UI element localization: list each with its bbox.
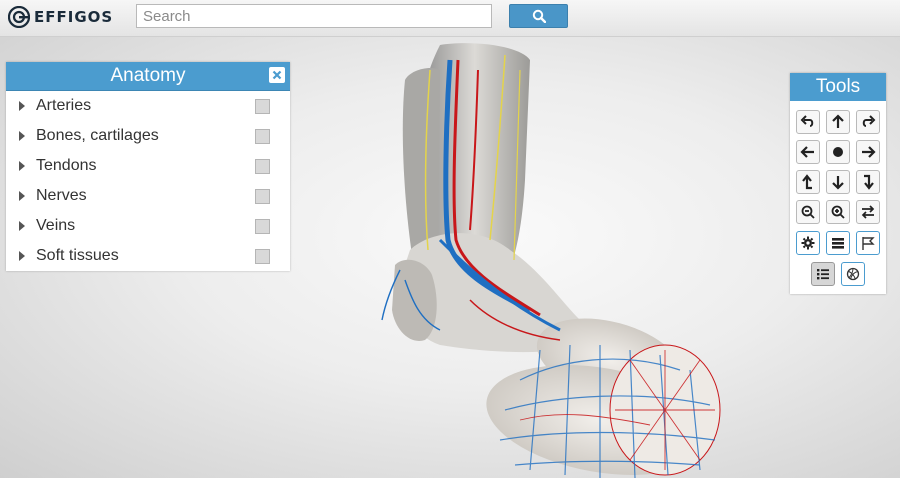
- swap-icon: [861, 205, 875, 219]
- tools-panel-title: Tools: [790, 73, 886, 101]
- rotate-right-button[interactable]: [856, 110, 880, 134]
- move-up-button[interactable]: [826, 110, 850, 134]
- turn-up-button[interactable]: [796, 170, 820, 194]
- close-icon: [272, 70, 282, 80]
- layer-row-tendons[interactable]: Tendons: [6, 151, 290, 181]
- ball-icon: [846, 267, 860, 281]
- anatomy-panel-header: Anatomy: [6, 62, 290, 91]
- rotate-right-icon: [862, 115, 876, 127]
- right-icon: [862, 146, 876, 158]
- tools-panel: Tools: [790, 73, 886, 294]
- left-icon: [800, 146, 814, 158]
- panel-close-button[interactable]: [269, 67, 285, 83]
- zoom-out-icon: [801, 205, 815, 219]
- layers-icon: [832, 238, 844, 249]
- expand-arrow-icon[interactable]: [19, 221, 25, 231]
- zoom-in-icon: [831, 205, 845, 219]
- anatomy-panel: Anatomy Arteries Bones, cartilages Tendo…: [6, 62, 290, 271]
- expand-arrow-icon[interactable]: [19, 101, 25, 111]
- expand-arrow-icon[interactable]: [19, 131, 25, 141]
- layer-label: Bones, cartilages: [36, 127, 159, 144]
- rotate-left-icon: [800, 115, 814, 127]
- logo-icon: [8, 6, 30, 28]
- layer-row-soft-tissues[interactable]: Soft tissues: [6, 241, 290, 271]
- layer-label: Veins: [36, 217, 76, 234]
- layer-label: Tendons: [36, 157, 97, 174]
- search-input[interactable]: [136, 4, 492, 28]
- expand-arrow-icon[interactable]: [19, 191, 25, 201]
- center-icon: [833, 147, 843, 157]
- turn-up-icon: [802, 174, 812, 190]
- move-left-button[interactable]: [796, 140, 820, 164]
- layer-checkbox[interactable]: [255, 159, 270, 174]
- layer-row-veins[interactable]: Veins: [6, 211, 290, 241]
- flag-button[interactable]: [856, 231, 880, 255]
- layer-row-nerves[interactable]: Nerves: [6, 181, 290, 211]
- zoom-in-button[interactable]: [826, 200, 850, 224]
- rotate-left-button[interactable]: [796, 110, 820, 134]
- anatomy-panel-title: Anatomy: [110, 65, 186, 86]
- layers-button[interactable]: [826, 231, 850, 255]
- logo[interactable]: EFFIGOS: [8, 5, 113, 29]
- layer-row-bones[interactable]: Bones, cartilages: [6, 121, 290, 151]
- layer-label: Soft tissues: [36, 247, 119, 264]
- layer-checkbox[interactable]: [255, 249, 270, 264]
- swap-button[interactable]: [856, 200, 880, 224]
- layer-checkbox[interactable]: [255, 219, 270, 234]
- expand-arrow-icon[interactable]: [19, 251, 25, 261]
- layer-checkbox[interactable]: [255, 189, 270, 204]
- list-icon: [817, 269, 829, 280]
- search-button[interactable]: [509, 4, 568, 28]
- settings-button[interactable]: [796, 231, 820, 255]
- layer-checkbox[interactable]: [255, 99, 270, 114]
- move-down-button[interactable]: [826, 170, 850, 194]
- layer-row-arteries[interactable]: Arteries: [6, 91, 290, 121]
- top-bar: EFFIGOS: [0, 0, 900, 37]
- turn-down-icon: [864, 174, 874, 190]
- layer-label: Arteries: [36, 97, 92, 114]
- layer-checkbox[interactable]: [255, 129, 270, 144]
- move-right-button[interactable]: [856, 140, 880, 164]
- list-button[interactable]: [811, 262, 835, 286]
- center-button[interactable]: [826, 140, 850, 164]
- settings-icon: [801, 236, 815, 250]
- logo-text: EFFIGOS: [34, 8, 114, 26]
- turn-down-button[interactable]: [856, 170, 880, 194]
- magnifier-icon: [532, 9, 546, 23]
- ball-button[interactable]: [841, 262, 865, 286]
- zoom-out-button[interactable]: [796, 200, 820, 224]
- flag-icon: [862, 237, 875, 250]
- layer-label: Nerves: [36, 187, 87, 204]
- expand-arrow-icon[interactable]: [19, 161, 25, 171]
- up-icon: [832, 114, 844, 128]
- down-icon: [832, 176, 844, 190]
